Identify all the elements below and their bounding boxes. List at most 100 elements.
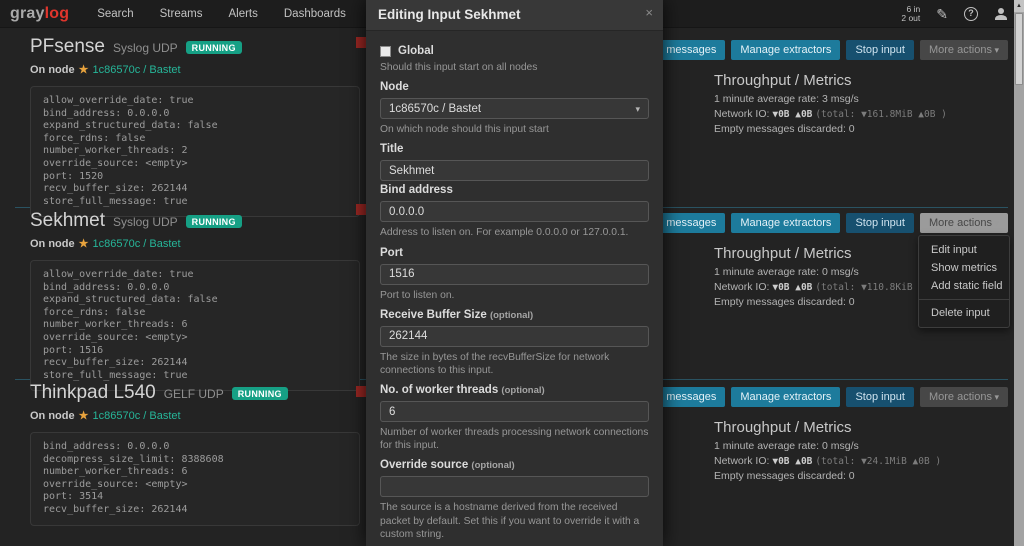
attribute-line: expand_structured_data: false [43,294,347,307]
attribute-line: number_worker_threads: 2 [43,145,347,158]
attribute-line: recv_buffer_size: 262144 [43,504,347,517]
network-io-values: ▼0B ▲0B [772,282,812,293]
attribute-line: number_worker_threads: 6 [43,466,347,479]
network-io-label: Network IO: [714,108,769,120]
logo-text-gray: gray [10,5,45,22]
title-label: Title [380,143,649,155]
field-help: The source is a hostname derived from th… [380,501,649,541]
attribute-line: override_source: <empty> [43,479,347,492]
network-io-total: (total: ▼24.1MiB ▲0B ) [815,456,941,467]
manage-extractors-button[interactable]: Manage extractors [731,387,840,407]
input-type: GELF UDP [164,387,224,401]
graylog-logo[interactable]: graylog [10,5,69,23]
master-node-star-icon [79,409,89,422]
more-actions-button[interactable]: More actions [920,387,1008,407]
attribute-line: force_rdns: false [43,307,347,320]
bind-address-input[interactable] [380,201,649,222]
red-marker [356,37,366,48]
menu-item-delete-input[interactable]: Delete input [919,304,1009,322]
user-icon[interactable] [994,8,1008,20]
manage-extractors-button[interactable]: Manage extractors [731,213,840,233]
master-node-star-icon [79,237,89,250]
red-marker [356,386,366,397]
menu-item-edit-input[interactable]: Edit input [919,241,1009,259]
node-select-value: 1c86570c / Bastet [389,103,481,115]
close-icon[interactable]: × [645,5,653,20]
node-select[interactable]: 1c86570c / Bastet [380,98,649,119]
throughput-out: 2 out [901,14,920,23]
menu-item-add-static-field[interactable]: Add static field [919,277,1009,295]
nav-item-search[interactable]: Search [97,8,133,20]
worker-threads-label: No. of worker threads (optional) [380,384,649,396]
throughput-indicator[interactable]: 6 in 2 out [901,5,920,23]
input-actions-pfsense: Show received messages Manage extractors… [706,40,1008,137]
attribute-line: recv_buffer_size: 262144 [43,183,347,196]
scrollbar-up-arrow-icon[interactable]: ▲ [1014,0,1024,12]
attribute-line: number_worker_threads: 6 [43,319,347,332]
network-io-values: ▼0B ▲0B [772,109,812,120]
input-title: Thinkpad L540 [30,382,156,404]
stop-input-button[interactable]: Stop input [846,387,914,407]
edit-input-modal: Editing Input Sekhmet × Global Should th… [366,0,663,546]
optional-tag: (optional) [471,460,514,471]
input-attributes-well: allow_override_date: true bind_address: … [30,86,360,217]
metric-rate: 1 minute average rate: 3 msg/s [714,92,1008,107]
nav-item-streams[interactable]: Streams [160,8,203,20]
worker-threads-input[interactable] [380,401,649,422]
on-node-row: On node 1c86570c / Bastet [30,63,360,76]
metrics-heading: Throughput / Metrics [714,419,1008,436]
stop-input-button[interactable]: Stop input [846,40,914,60]
field-help: Number of worker threads processing netw… [380,426,649,452]
receive-buffer-size-label: Receive Buffer Size (optional) [380,309,649,321]
optional-tag: (optional) [490,310,533,321]
nav-right: 6 in 2 out ✎ ? [901,0,1008,28]
attribute-line: store_full_message: true [43,196,347,209]
node-link[interactable]: 1c86570c / Bastet [92,238,180,250]
field-help: Should this input start on all nodes [380,61,649,74]
input-type: Syslog UDP [113,215,178,229]
input-title-row: Sekhmet Syslog UDP RUNNING [30,210,360,232]
input-attributes-well: allow_override_date: true bind_address: … [30,260,360,391]
title-input[interactable] [380,160,649,181]
more-actions-menu: Edit input Show metrics Add static field… [918,235,1010,328]
manage-extractors-button[interactable]: Manage extractors [731,40,840,60]
more-actions-button-open[interactable]: More actions [920,213,1008,233]
attribute-line: override_source: <empty> [43,158,347,171]
menu-item-show-metrics[interactable]: Show metrics [919,259,1009,277]
help-icon[interactable]: ? [964,7,978,21]
more-actions-button[interactable]: More actions [920,40,1008,60]
stop-input-button[interactable]: Stop input [846,213,914,233]
metrics-heading: Throughput / Metrics [714,72,1008,89]
field-help: The size in bytes of the recvBufferSize … [380,351,649,377]
override-source-input[interactable] [380,476,649,497]
red-marker [356,204,366,215]
action-buttons: Show received messages Manage extractors… [706,213,1008,233]
attribute-line: override_source: <empty> [43,332,347,345]
menu-divider [919,299,1009,300]
master-node-star-icon [79,63,89,76]
attribute-line: recv_buffer_size: 262144 [43,357,347,370]
receive-buffer-size-input[interactable] [380,326,649,347]
attribute-line: port: 1520 [43,171,347,184]
metric-rate: 1 minute average rate: 0 msg/s [714,439,1008,454]
node-link[interactable]: 1c86570c / Bastet [92,410,180,422]
nav-item-alerts[interactable]: Alerts [228,8,257,20]
network-io-label: Network IO: [714,281,769,293]
attribute-line: store_full_message: true [43,370,347,383]
nav-item-dashboards[interactable]: Dashboards [284,8,346,20]
action-buttons: Show received messages Manage extractors… [706,387,1008,407]
port-label: Port [380,247,649,259]
logo-text-log: log [45,5,70,22]
input-title-row: PFsense Syslog UDP RUNNING [30,36,360,58]
global-checkbox[interactable] [380,46,391,57]
global-checkbox-row: Global [380,45,649,57]
compose-icon[interactable]: ✎ [936,6,948,23]
override-source-label: Override source (optional) [380,459,649,471]
field-help: Port to listen on. [380,289,649,302]
page-scrollbar[interactable]: ▲ [1014,0,1024,546]
input-actions-thinkpad: Show received messages Manage extractors… [706,387,1008,484]
node-link[interactable]: 1c86570c / Bastet [92,64,180,76]
node-label: Node [380,81,649,93]
port-input[interactable] [380,264,649,285]
scrollbar-thumb[interactable] [1015,13,1023,85]
